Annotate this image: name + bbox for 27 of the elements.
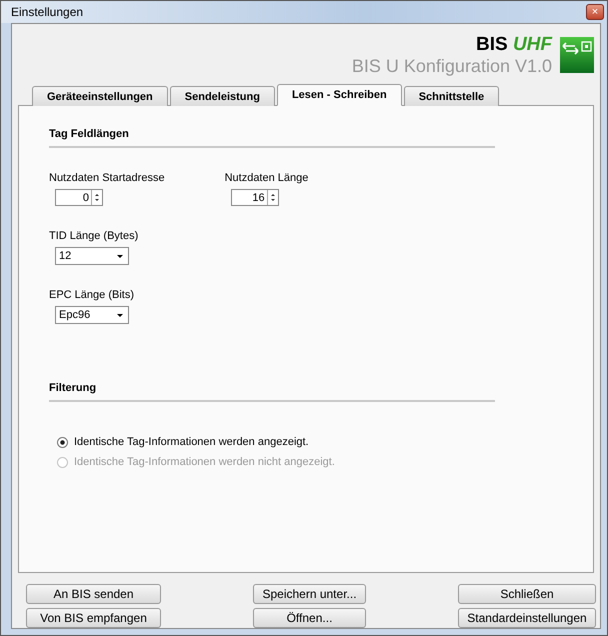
field-label: EPC Länge (Bits): [49, 289, 135, 301]
field-label: Nutzdaten Startadresse: [49, 172, 165, 184]
dialog-button[interactable]: Schließen: [458, 584, 596, 604]
tab[interactable]: Geräteeinstellungen: [32, 86, 168, 106]
dialog-button[interactable]: Standardeinstellungen: [458, 608, 596, 628]
section-title: Tag Feldlängen: [49, 128, 495, 148]
section-title: Filterung: [49, 382, 495, 402]
app-subtitle: BIS U Konfiguration V1.0: [352, 56, 552, 76]
tab[interactable]: Lesen - Schreiben: [276, 84, 402, 106]
dialog-button[interactable]: Öffnen...: [253, 608, 366, 628]
dropdown[interactable]: 12: [55, 247, 129, 265]
dialog-button[interactable]: An BIS senden: [26, 584, 161, 604]
tab[interactable]: Schnittstelle: [404, 86, 500, 106]
field-label: Nutzdaten Länge: [224, 172, 310, 184]
dialog-button[interactable]: Von BIS empfangen: [26, 608, 161, 628]
field-label: TID Länge (Bytes): [49, 230, 140, 242]
brand-logo-text: BIS UHF: [476, 34, 552, 56]
radio-option[interactable]: Identische Tag-Informationen werden angezeigt.: [57, 436, 495, 448]
window-title: Einstellungen: [11, 5, 84, 19]
tab[interactable]: Sendeleistung: [170, 86, 275, 106]
spinner-arrows-icon[interactable]: [266, 190, 278, 205]
dropdown[interactable]: Epc96: [55, 306, 129, 324]
dialog-button[interactable]: Speichern unter...: [253, 584, 366, 604]
number-spinner[interactable]: 0: [55, 189, 103, 206]
spinner-arrows-icon[interactable]: [91, 190, 102, 205]
logo-icon: [560, 37, 594, 73]
number-spinner[interactable]: 16: [230, 189, 279, 206]
